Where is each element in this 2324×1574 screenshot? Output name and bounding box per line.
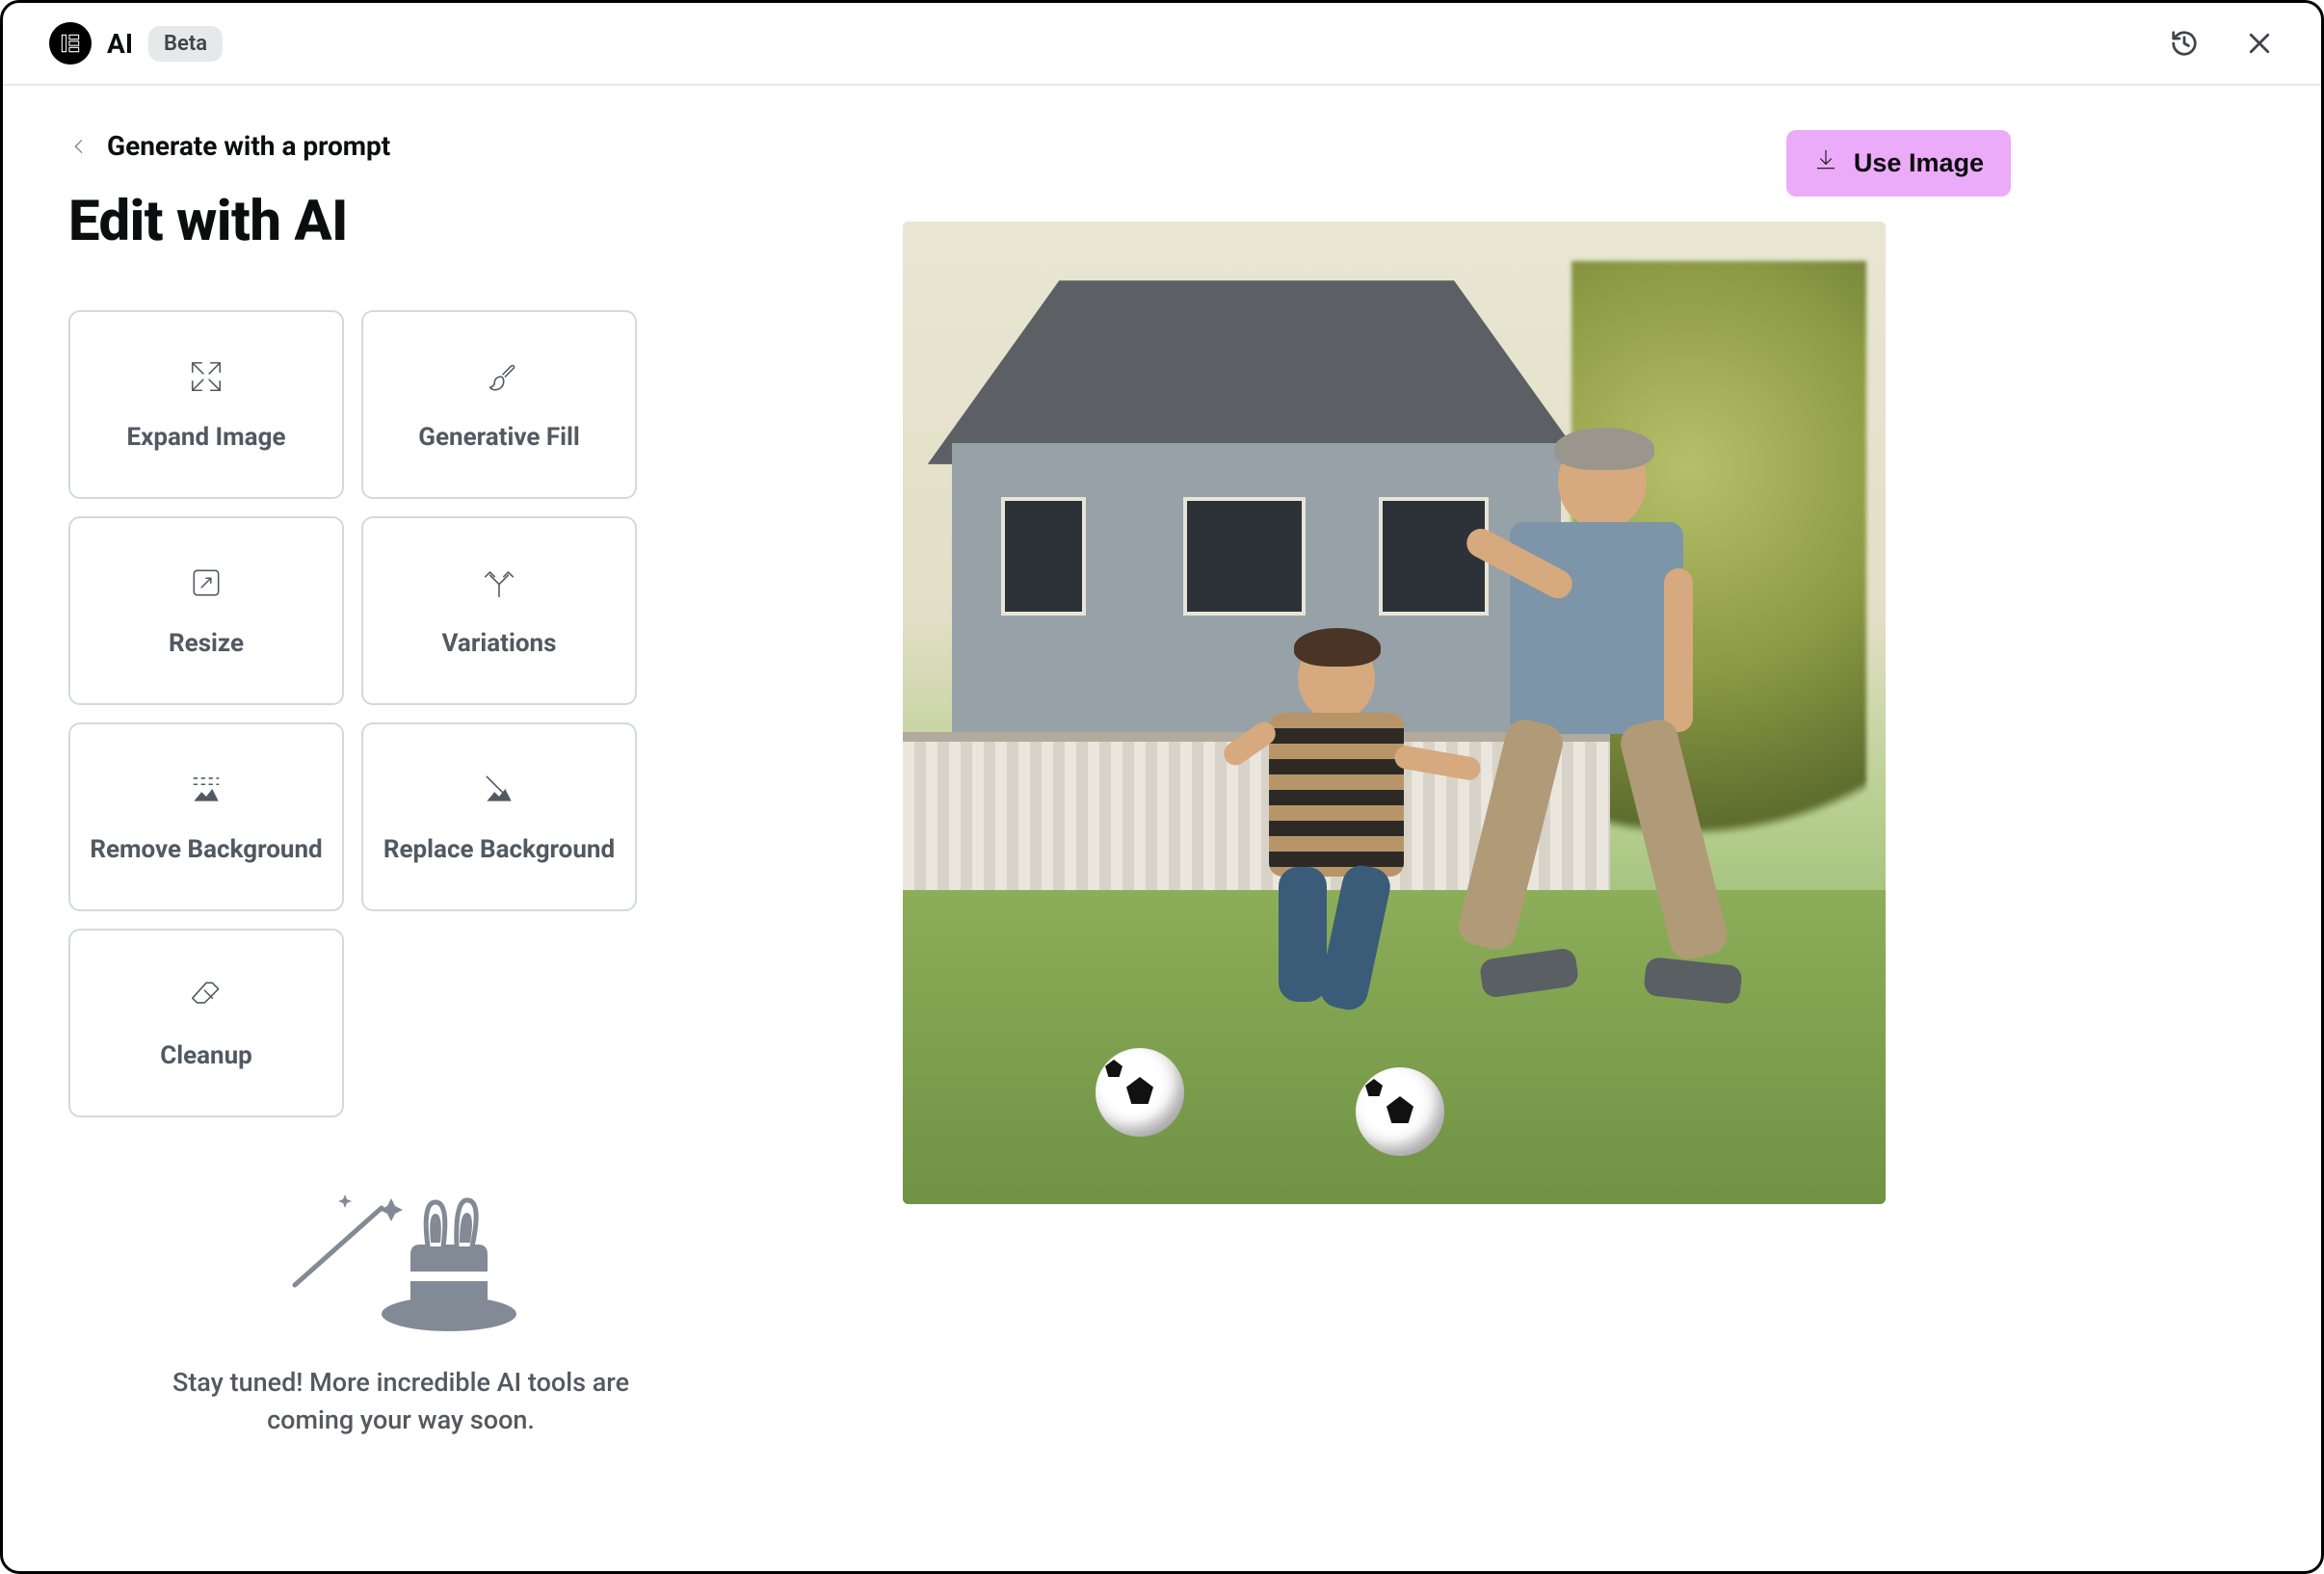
magic-hat-icon xyxy=(276,1179,526,1337)
remove-bg-icon xyxy=(187,770,225,808)
brand-block: AI Beta xyxy=(49,22,223,65)
tool-generative-fill[interactable]: Generative Fill xyxy=(361,310,637,499)
use-image-button[interactable]: Use Image xyxy=(1786,130,2011,197)
history-icon[interactable] xyxy=(2167,26,2202,61)
resize-icon xyxy=(187,564,225,602)
tool-replace-background[interactable]: Replace Background xyxy=(361,722,637,911)
page-title: Edit with AI xyxy=(68,189,733,254)
tool-label: Cleanup xyxy=(160,1041,252,1070)
tool-expand-image[interactable]: Expand Image xyxy=(68,310,344,499)
promo-block: Stay tuned! More incredible AI tools are… xyxy=(68,1179,733,1439)
promo-text: Stay tuned! More incredible AI tools are… xyxy=(141,1364,661,1439)
header-actions xyxy=(2167,26,2277,61)
modal-body: Generate with a prompt Edit with AI Expa… xyxy=(3,86,2321,1571)
tool-label: Variations xyxy=(442,629,557,658)
branch-icon xyxy=(480,564,518,602)
tool-label: Generative Fill xyxy=(418,423,580,452)
eraser-icon xyxy=(187,976,225,1014)
close-icon[interactable] xyxy=(2242,26,2277,61)
modal-header: AI Beta xyxy=(3,3,2321,86)
elementor-logo-icon xyxy=(49,22,92,65)
tool-cleanup[interactable]: Cleanup xyxy=(68,929,344,1117)
tool-resize[interactable]: Resize xyxy=(68,516,344,705)
tool-label: Expand Image xyxy=(126,423,285,452)
download-icon xyxy=(1813,147,1838,179)
tool-variations[interactable]: Variations xyxy=(361,516,637,705)
beta-badge: Beta xyxy=(148,26,223,62)
tool-label: Replace Background xyxy=(383,835,615,864)
ai-modal: AI Beta Generate with a prompt Edit with… xyxy=(0,0,2324,1574)
expand-arrows-icon xyxy=(187,357,225,396)
tool-remove-background[interactable]: Remove Background xyxy=(68,722,344,911)
tool-label: Resize xyxy=(169,629,244,658)
image-preview[interactable] xyxy=(903,222,1886,1204)
brush-icon xyxy=(480,357,518,396)
breadcrumb[interactable]: Generate with a prompt xyxy=(68,130,733,162)
left-panel: Generate with a prompt Edit with AI Expa… xyxy=(68,130,733,1552)
tool-label: Remove Background xyxy=(90,835,322,864)
brand-label: AI xyxy=(107,28,133,60)
breadcrumb-label: Generate with a prompt xyxy=(107,130,390,162)
replace-bg-icon xyxy=(480,770,518,808)
right-panel: Use Image xyxy=(772,130,2263,1552)
use-image-label: Use Image xyxy=(1854,148,1984,178)
tool-grid: Expand Image Generative Fill Resize xyxy=(68,310,733,1117)
chevron-left-icon xyxy=(68,136,90,157)
